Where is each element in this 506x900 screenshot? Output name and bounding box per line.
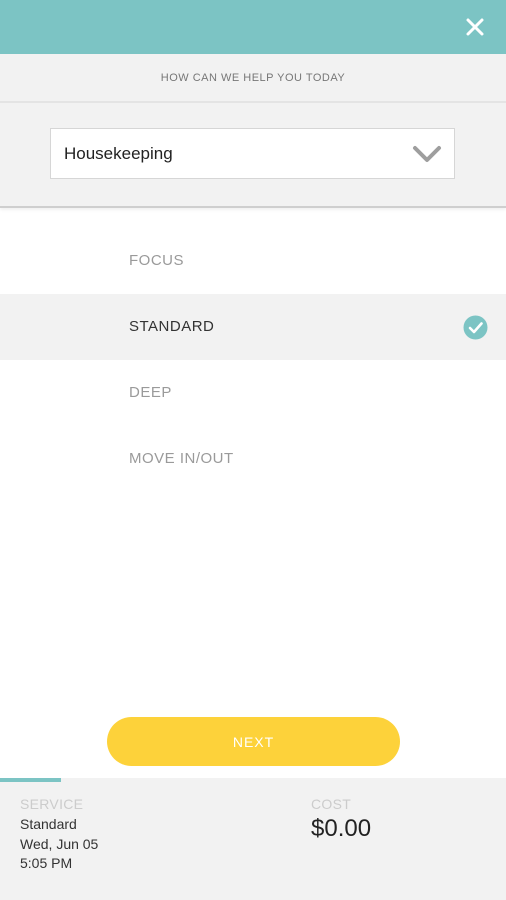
option-label: DEEP (129, 384, 172, 401)
prompt-bar: HOW CAN WE HELP YOU TODAY (0, 54, 506, 103)
service-select[interactable]: Housekeeping (50, 128, 455, 179)
prompt-text: HOW CAN WE HELP YOU TODAY (160, 71, 346, 84)
option-focus[interactable]: FOCUS (0, 228, 506, 294)
option-label: FOCUS (129, 252, 184, 269)
service-select-value: Housekeeping (64, 144, 173, 163)
progress-fill (0, 778, 61, 782)
close-button[interactable] (458, 10, 492, 44)
service-time: 5:05 PM (20, 855, 73, 871)
booking-summary: SERVICE Standard Wed, Jun 05 5:05 PM COS… (0, 778, 506, 900)
next-button[interactable]: NEXT (107, 717, 400, 766)
close-icon (466, 18, 484, 36)
service-date: Wed, Jun 05 (20, 836, 99, 852)
top-bar (0, 0, 506, 54)
service-options-list: FOCUS STANDARD DEEP MOVE IN/OUT (0, 228, 506, 492)
check-icon (463, 315, 488, 340)
service-name: Standard (20, 816, 77, 832)
option-standard[interactable]: STANDARD (0, 294, 506, 360)
service-label: SERVICE (20, 796, 84, 812)
option-move-in-out[interactable]: MOVE IN/OUT (0, 426, 506, 492)
option-label: STANDARD (129, 318, 215, 335)
service-select-area: Housekeeping (0, 103, 506, 208)
progress-bar (0, 778, 506, 782)
chevron-down-icon (413, 146, 441, 162)
option-deep[interactable]: DEEP (0, 360, 506, 426)
cost-value: $0.00 (311, 815, 372, 842)
cost-label: COST (311, 796, 352, 812)
option-label: MOVE IN/OUT (129, 450, 234, 467)
